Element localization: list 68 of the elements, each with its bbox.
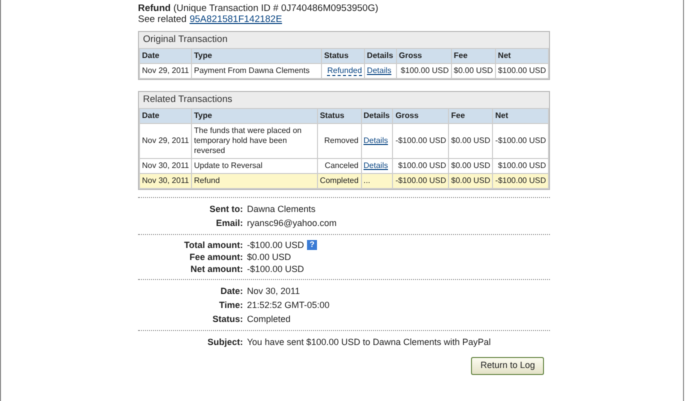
column-header: Gross (395, 111, 419, 120)
transaction-row[interactable]: Nov 29, 2011 Payment From Dawna Clements Refunded Details $100.00 USD $0.00 USD $100.00 USD (140, 64, 548, 78)
field-value: Nov 30, 2011 (247, 285, 300, 298)
field-label: Status: (211, 313, 244, 326)
field-label: Sent to: (208, 203, 244, 216)
column-header: Net (495, 111, 508, 120)
column-header: Type (194, 111, 212, 120)
table-cell: Nov 30, 2011 (142, 161, 189, 170)
table-cell: $100.00 USD (398, 161, 446, 170)
column-header: Gross (398, 51, 422, 60)
column-header: Details (364, 111, 390, 120)
field-label: Net amount: (190, 263, 244, 275)
panel-title: Original Transaction (142, 33, 228, 47)
details-link[interactable]: Details (364, 136, 388, 145)
table-cell: $100.00 USD (400, 66, 449, 75)
table-cell: Nov 29, 2011 (142, 136, 189, 145)
table-cell: Removed (324, 136, 359, 145)
table-cell: -$100.00 USD (395, 176, 446, 185)
field-label: Date: (219, 285, 244, 298)
transaction-row[interactable]: Nov 30, 2011 Update to Reversal Canceled Details $100.00 USD $0.00 USD $100.00 USD (140, 158, 548, 174)
field-value: ryansc96@yahoo.com (247, 217, 337, 230)
column-header: Details (366, 51, 394, 60)
column-header: Type (194, 51, 212, 60)
column-header: Net (498, 51, 511, 60)
table-cell: $0.00 USD (451, 136, 490, 145)
table-cell: $0.00 USD (451, 176, 490, 185)
table-cell: Canceled (324, 161, 359, 170)
panel-title: Related Transactions (142, 93, 234, 107)
field-value: -$100.00 USD (247, 263, 304, 275)
column-header: Status (324, 51, 349, 60)
help-icon[interactable]: ? (307, 240, 318, 250)
field-label: Fee amount: (188, 251, 244, 263)
field-label: Email: (214, 217, 244, 230)
table-cell: Refund (194, 176, 220, 185)
table-cell: $0.00 USD (454, 66, 493, 75)
return-to-log-button[interactable]: Return to Log (471, 357, 544, 374)
column-header: Date (142, 51, 160, 60)
table-cell: The funds that were placed on temporary hold have been reversed (194, 126, 302, 155)
table-cell: Update to Reversal (194, 161, 262, 170)
table-cell: Payment From Dawna Clements (194, 66, 310, 75)
table-cell: -$100.00 USD (495, 136, 546, 145)
field-label: Total amount: (183, 239, 244, 251)
table-cell: $100.00 USD (498, 66, 546, 75)
column-header: Fee (454, 51, 468, 60)
field-value: $0.00 USD (247, 251, 292, 263)
transaction-row[interactable]: Nov 30, 2011 Refund Completed ... -$100.00 USD $0.00 USD -$100.00 USD (140, 174, 548, 188)
table-cell: -$100.00 USD (495, 176, 546, 185)
transaction-row[interactable]: Nov 29, 2011 The funds that were placed on temporary hold have been reversed Removed Details -$100.00 USD $0.00 USD -$100.00 USD (140, 124, 548, 158)
table-cell: ... (364, 176, 370, 185)
related-label: See related (138, 14, 187, 25)
field-label: Subject: (206, 336, 244, 349)
field-value: -$100.00 USD (247, 239, 304, 251)
table-cell: Completed (320, 176, 359, 185)
table-cell: -$100.00 USD (395, 136, 446, 145)
field-label: Time: (218, 299, 244, 312)
column-header: Date (142, 111, 160, 120)
field-value: Completed (247, 313, 291, 326)
column-header: Status (320, 111, 344, 120)
transaction-heading: Refund (Unique Transaction ID # 0J740486M0953950G) (138, 3, 380, 14)
table-cell: Nov 30, 2011 (142, 176, 189, 185)
table-cell: Nov 29, 2011 (142, 66, 189, 75)
column-header: Fee (451, 111, 465, 120)
table-cell: $100.00 USD (498, 161, 546, 170)
table-cell: $0.00 USD (451, 161, 490, 170)
field-value: You have sent $100.00 USD to Dawna Clements with PayPal (247, 336, 491, 349)
related-link[interactable]: 95A821581F142182E (190, 14, 282, 25)
field-value: 21:52:52 GMT-05:00 (247, 299, 330, 312)
field-value: Dawna Clements (247, 203, 316, 216)
